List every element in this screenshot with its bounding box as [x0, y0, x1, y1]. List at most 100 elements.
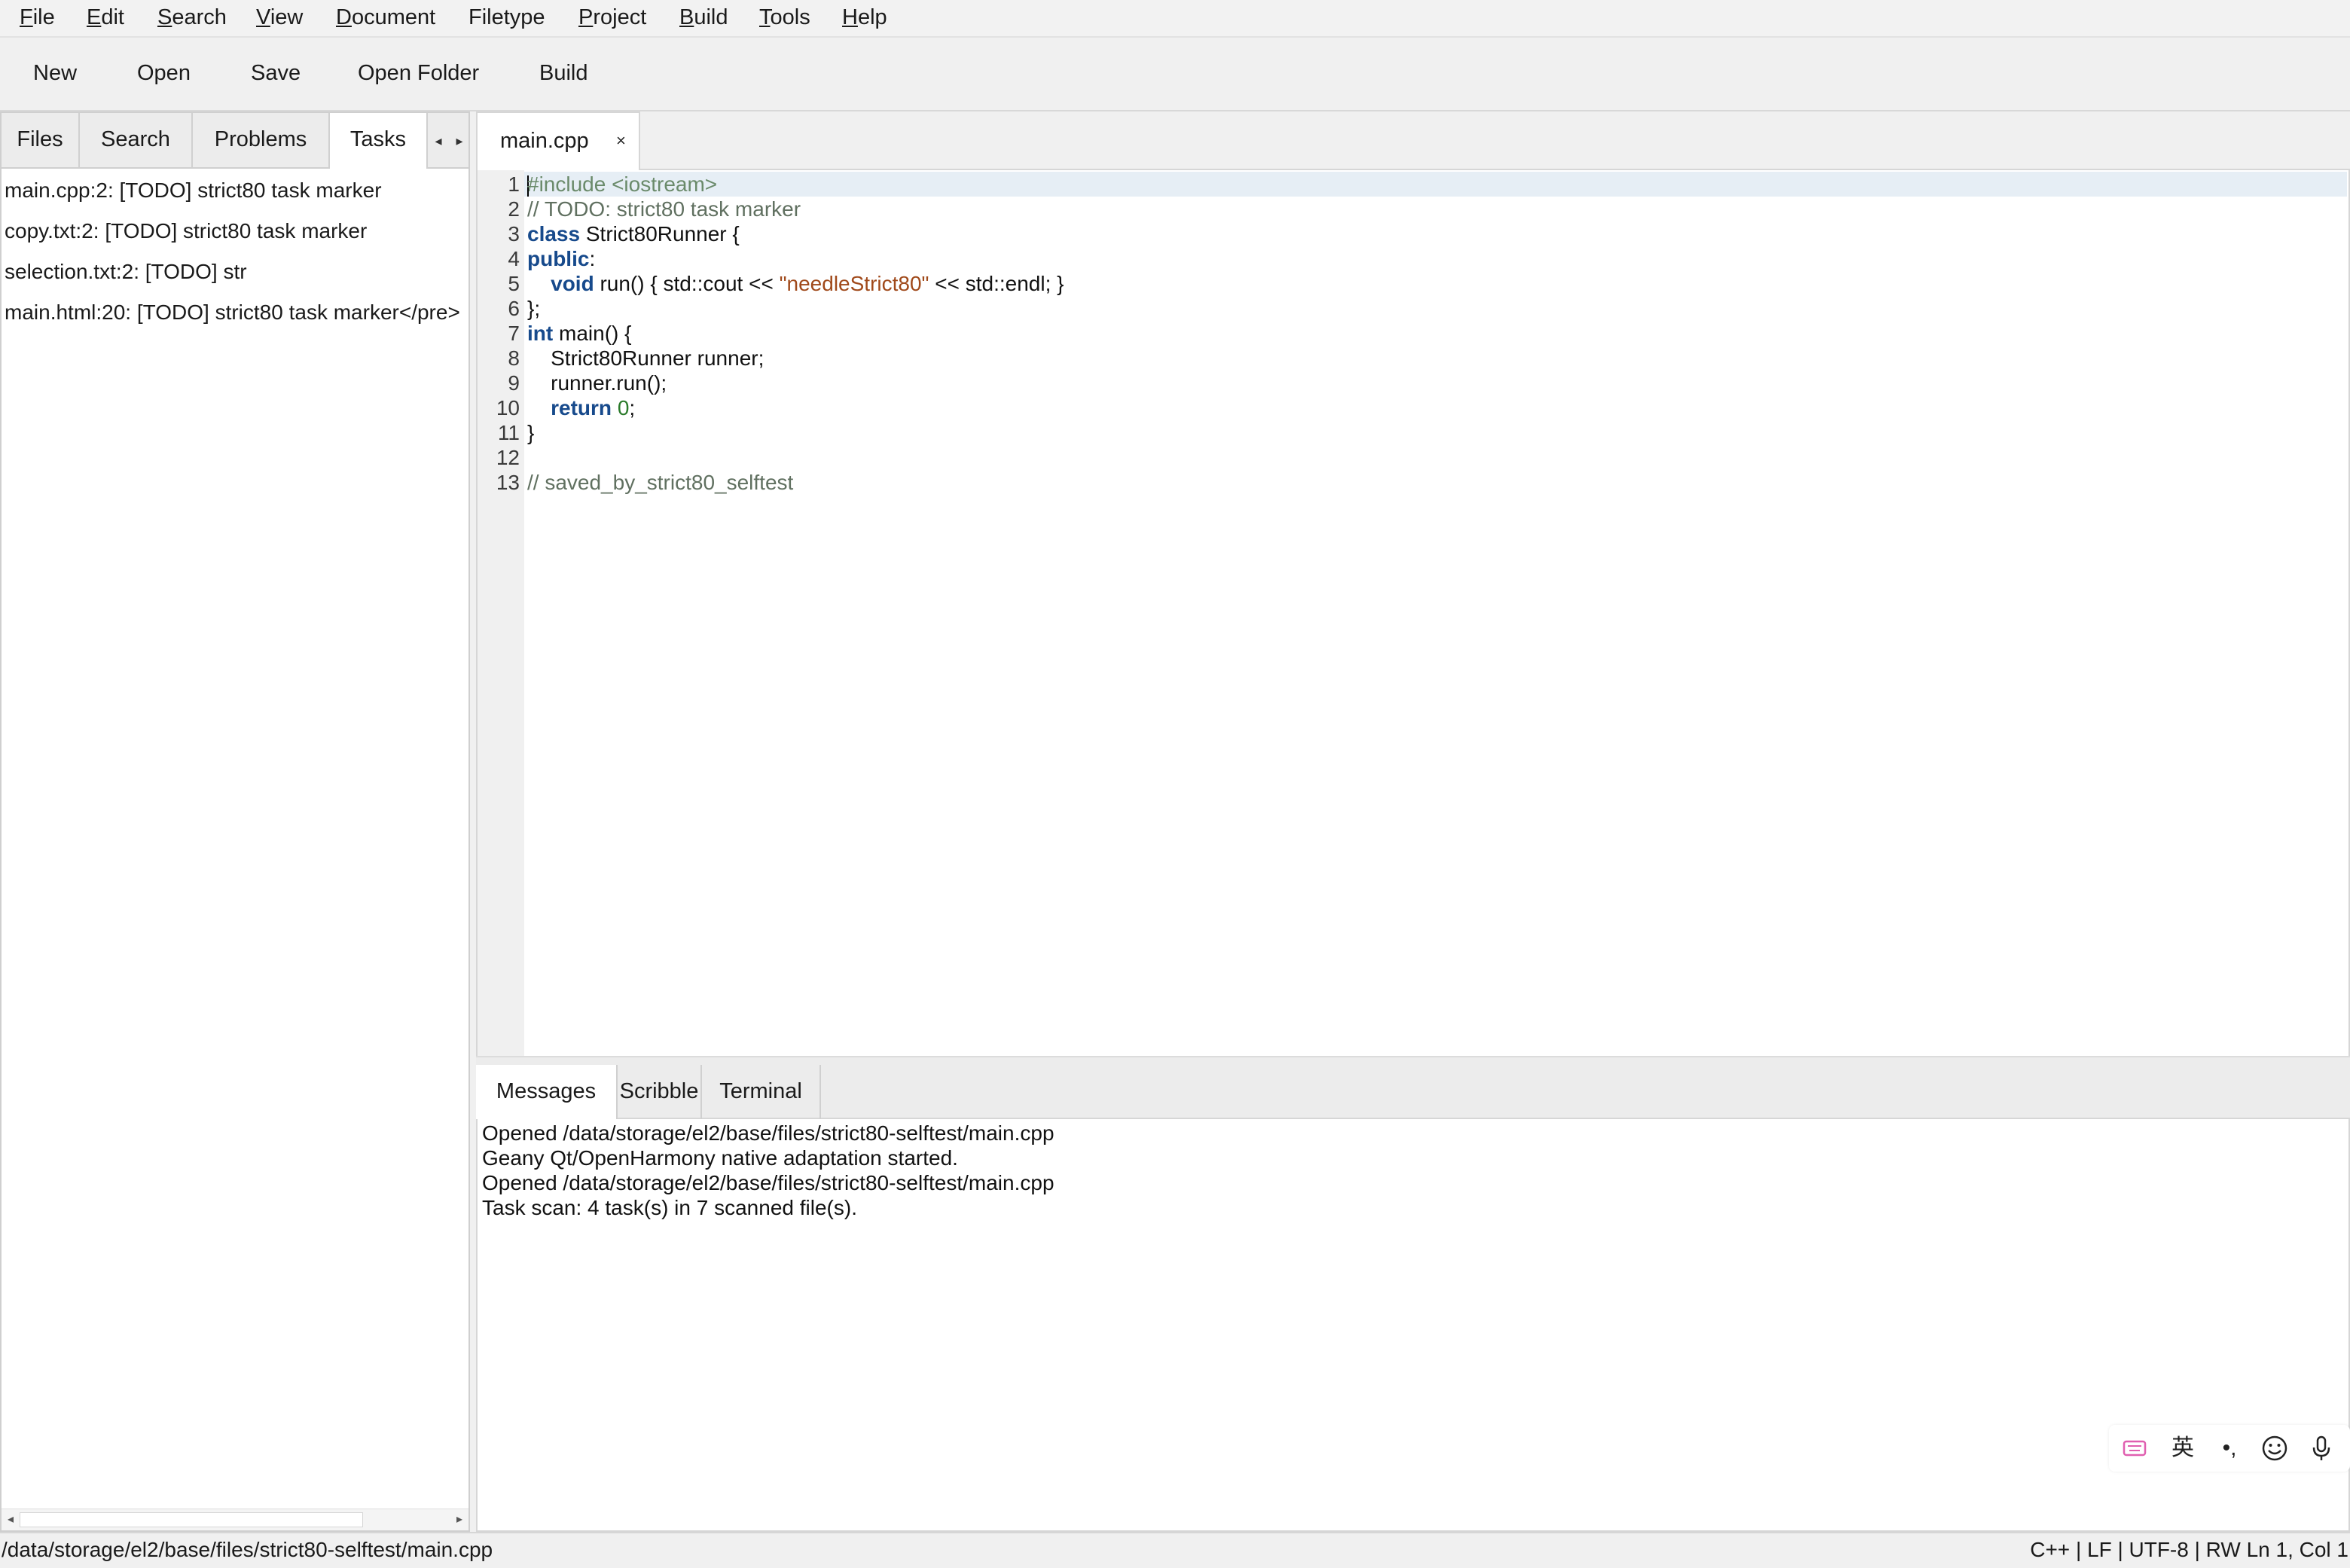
menu-filetype[interactable]: Filetype	[468, 0, 545, 36]
code-text: int main() {	[527, 321, 631, 346]
code-token: :	[589, 247, 596, 270]
menu-build[interactable]: Build	[679, 0, 728, 36]
code-text: public:	[527, 246, 595, 271]
line-number: 8	[508, 346, 520, 370]
menu-help[interactable]: Help	[842, 0, 887, 36]
task-list: main.cpp:2: [TODO] strict80 task marker …	[2, 170, 468, 333]
code-text: return 0;	[527, 395, 635, 420]
menu-document[interactable]: Document	[336, 0, 435, 36]
line-number: 12	[496, 446, 520, 469]
scrollbar-thumb[interactable]	[20, 1512, 363, 1527]
close-icon[interactable]: ×	[616, 113, 626, 169]
code-token: return	[551, 396, 612, 419]
code-token: void	[551, 272, 594, 295]
menu-project[interactable]: Project	[578, 0, 646, 36]
code-token: };	[527, 297, 541, 320]
microphone-icon[interactable]	[2306, 1433, 2336, 1463]
tab-terminal[interactable]: Terminal	[702, 1065, 821, 1119]
code-text: void run() { std::cout << "needleStrict8…	[527, 271, 1064, 296]
line-number: 13	[496, 471, 520, 494]
current-line-highlight	[524, 172, 2347, 197]
code-token: run() { std::cout <<	[594, 272, 780, 295]
tab-main-cpp[interactable]: main.cpp ×	[476, 111, 640, 170]
keyboard-icon[interactable]	[2120, 1433, 2150, 1463]
menu-bar: File Edit Search View Document Filetype …	[0, 0, 2350, 38]
code-token: runner.run();	[527, 371, 667, 395]
task-item[interactable]: main.cpp:2: [TODO] strict80 task marker	[2, 170, 468, 211]
line-number: 6	[508, 297, 520, 320]
open-folder-button[interactable]: Open Folder	[356, 51, 481, 95]
language-toggle[interactable]: 英	[2168, 1433, 2198, 1463]
code-text: #include <iostream>	[527, 172, 717, 197]
tab-search[interactable]: Search	[80, 113, 193, 167]
ime-toolbar: 英 •,	[2109, 1425, 2350, 1472]
line-number: 10	[496, 396, 520, 419]
open-button[interactable]: Open	[136, 51, 192, 95]
code-text: // TODO: strict80 task marker	[527, 197, 801, 221]
new-button[interactable]: New	[32, 51, 78, 95]
task-item[interactable]: selection.txt:2: [TODO] str	[2, 252, 468, 292]
menu-edit[interactable]: Edit	[87, 0, 124, 36]
scroll-right-icon[interactable]: ▸	[452, 1510, 467, 1530]
code-token: public	[527, 247, 590, 270]
line-number: 4	[508, 247, 520, 270]
line-number: 2	[508, 197, 520, 221]
message-line: Opened /data/storage/el2/base/files/stri…	[482, 1171, 1054, 1194]
code-token: Strict80Runner runner;	[527, 346, 765, 370]
emoji-icon[interactable]	[2260, 1433, 2290, 1463]
tab-tasks[interactable]: Tasks	[330, 113, 428, 169]
sidebar-tabs: Files Search Problems Tasks ◂ ▸	[2, 113, 468, 169]
tab-problems[interactable]: Problems	[193, 113, 330, 167]
code-token: << std::endl; }	[929, 272, 1064, 295]
punctuation-toggle[interactable]: •,	[2214, 1433, 2245, 1463]
tab-messages[interactable]: Messages	[476, 1065, 618, 1119]
code-text: }	[527, 420, 534, 445]
code-token: 0	[617, 396, 630, 419]
menu-search[interactable]: Search	[157, 0, 227, 36]
line-number: 9	[508, 371, 520, 395]
menu-tools[interactable]: Tools	[759, 0, 810, 36]
menu-file[interactable]: File	[20, 0, 55, 36]
code-token: #include <iostream>	[527, 172, 718, 196]
code-token: "needleStrict80"	[779, 272, 929, 295]
horizontal-scrollbar[interactable]: ◂ ▸	[2, 1509, 468, 1530]
code-token: Strict80Runner {	[580, 222, 740, 246]
message-line: Geany Qt/OpenHarmony native adaptation s…	[482, 1146, 958, 1170]
code-token: }	[527, 421, 535, 444]
save-button[interactable]: Save	[249, 51, 302, 95]
menu-view[interactable]: View	[256, 0, 303, 36]
tab-scroll-left-icon[interactable]: ◂	[431, 130, 446, 152]
line-number: 7	[508, 322, 520, 345]
status-file-path: /data/storage/el2/base/files/strict80-se…	[2, 1538, 493, 1561]
editor-tabs: main.cpp ×	[476, 111, 2350, 170]
code-text: runner.run();	[527, 371, 667, 395]
task-item[interactable]: copy.txt:2: [TODO] strict80 task marker	[2, 211, 468, 252]
code-editor[interactable]: 1 #include <iostream> 2 // TODO: strict80 t…	[476, 170, 2350, 1056]
code-token: ;	[629, 396, 636, 419]
scroll-left-icon[interactable]: ◂	[3, 1510, 18, 1530]
sidebar-panel: Files Search Problems Tasks ◂ ▸ main.cpp…	[0, 111, 470, 1532]
task-item[interactable]: main.html:20: [TODO] strict80 task marke…	[2, 292, 468, 333]
code-text: };	[527, 296, 540, 321]
message-tabs: Messages Scribble Terminal	[476, 1065, 2350, 1119]
line-number: 1	[508, 172, 520, 196]
line-number: 3	[508, 222, 520, 246]
line-number: 11	[497, 421, 520, 444]
tab-scribble[interactable]: Scribble	[618, 1065, 702, 1119]
message-line: Opened /data/storage/el2/base/files/stri…	[482, 1121, 1054, 1145]
tab-files[interactable]: Files	[2, 113, 80, 167]
status-bar: /data/storage/el2/base/files/strict80-se…	[0, 1532, 2350, 1568]
code-token: // saved_by_strict80_selftest	[527, 471, 794, 494]
line-number: 5	[508, 272, 520, 295]
messages-panel: Opened /data/storage/el2/base/files/stri…	[476, 1119, 2350, 1532]
code-token: main() {	[553, 322, 632, 345]
tab-scroll-right-icon[interactable]: ▸	[452, 130, 467, 152]
code-token: int	[527, 322, 554, 345]
code-text: class Strict80Runner {	[527, 221, 740, 246]
build-button[interactable]: Build	[538, 51, 590, 95]
code-text: Strict80Runner runner;	[527, 346, 764, 371]
code-token: class	[527, 222, 581, 246]
